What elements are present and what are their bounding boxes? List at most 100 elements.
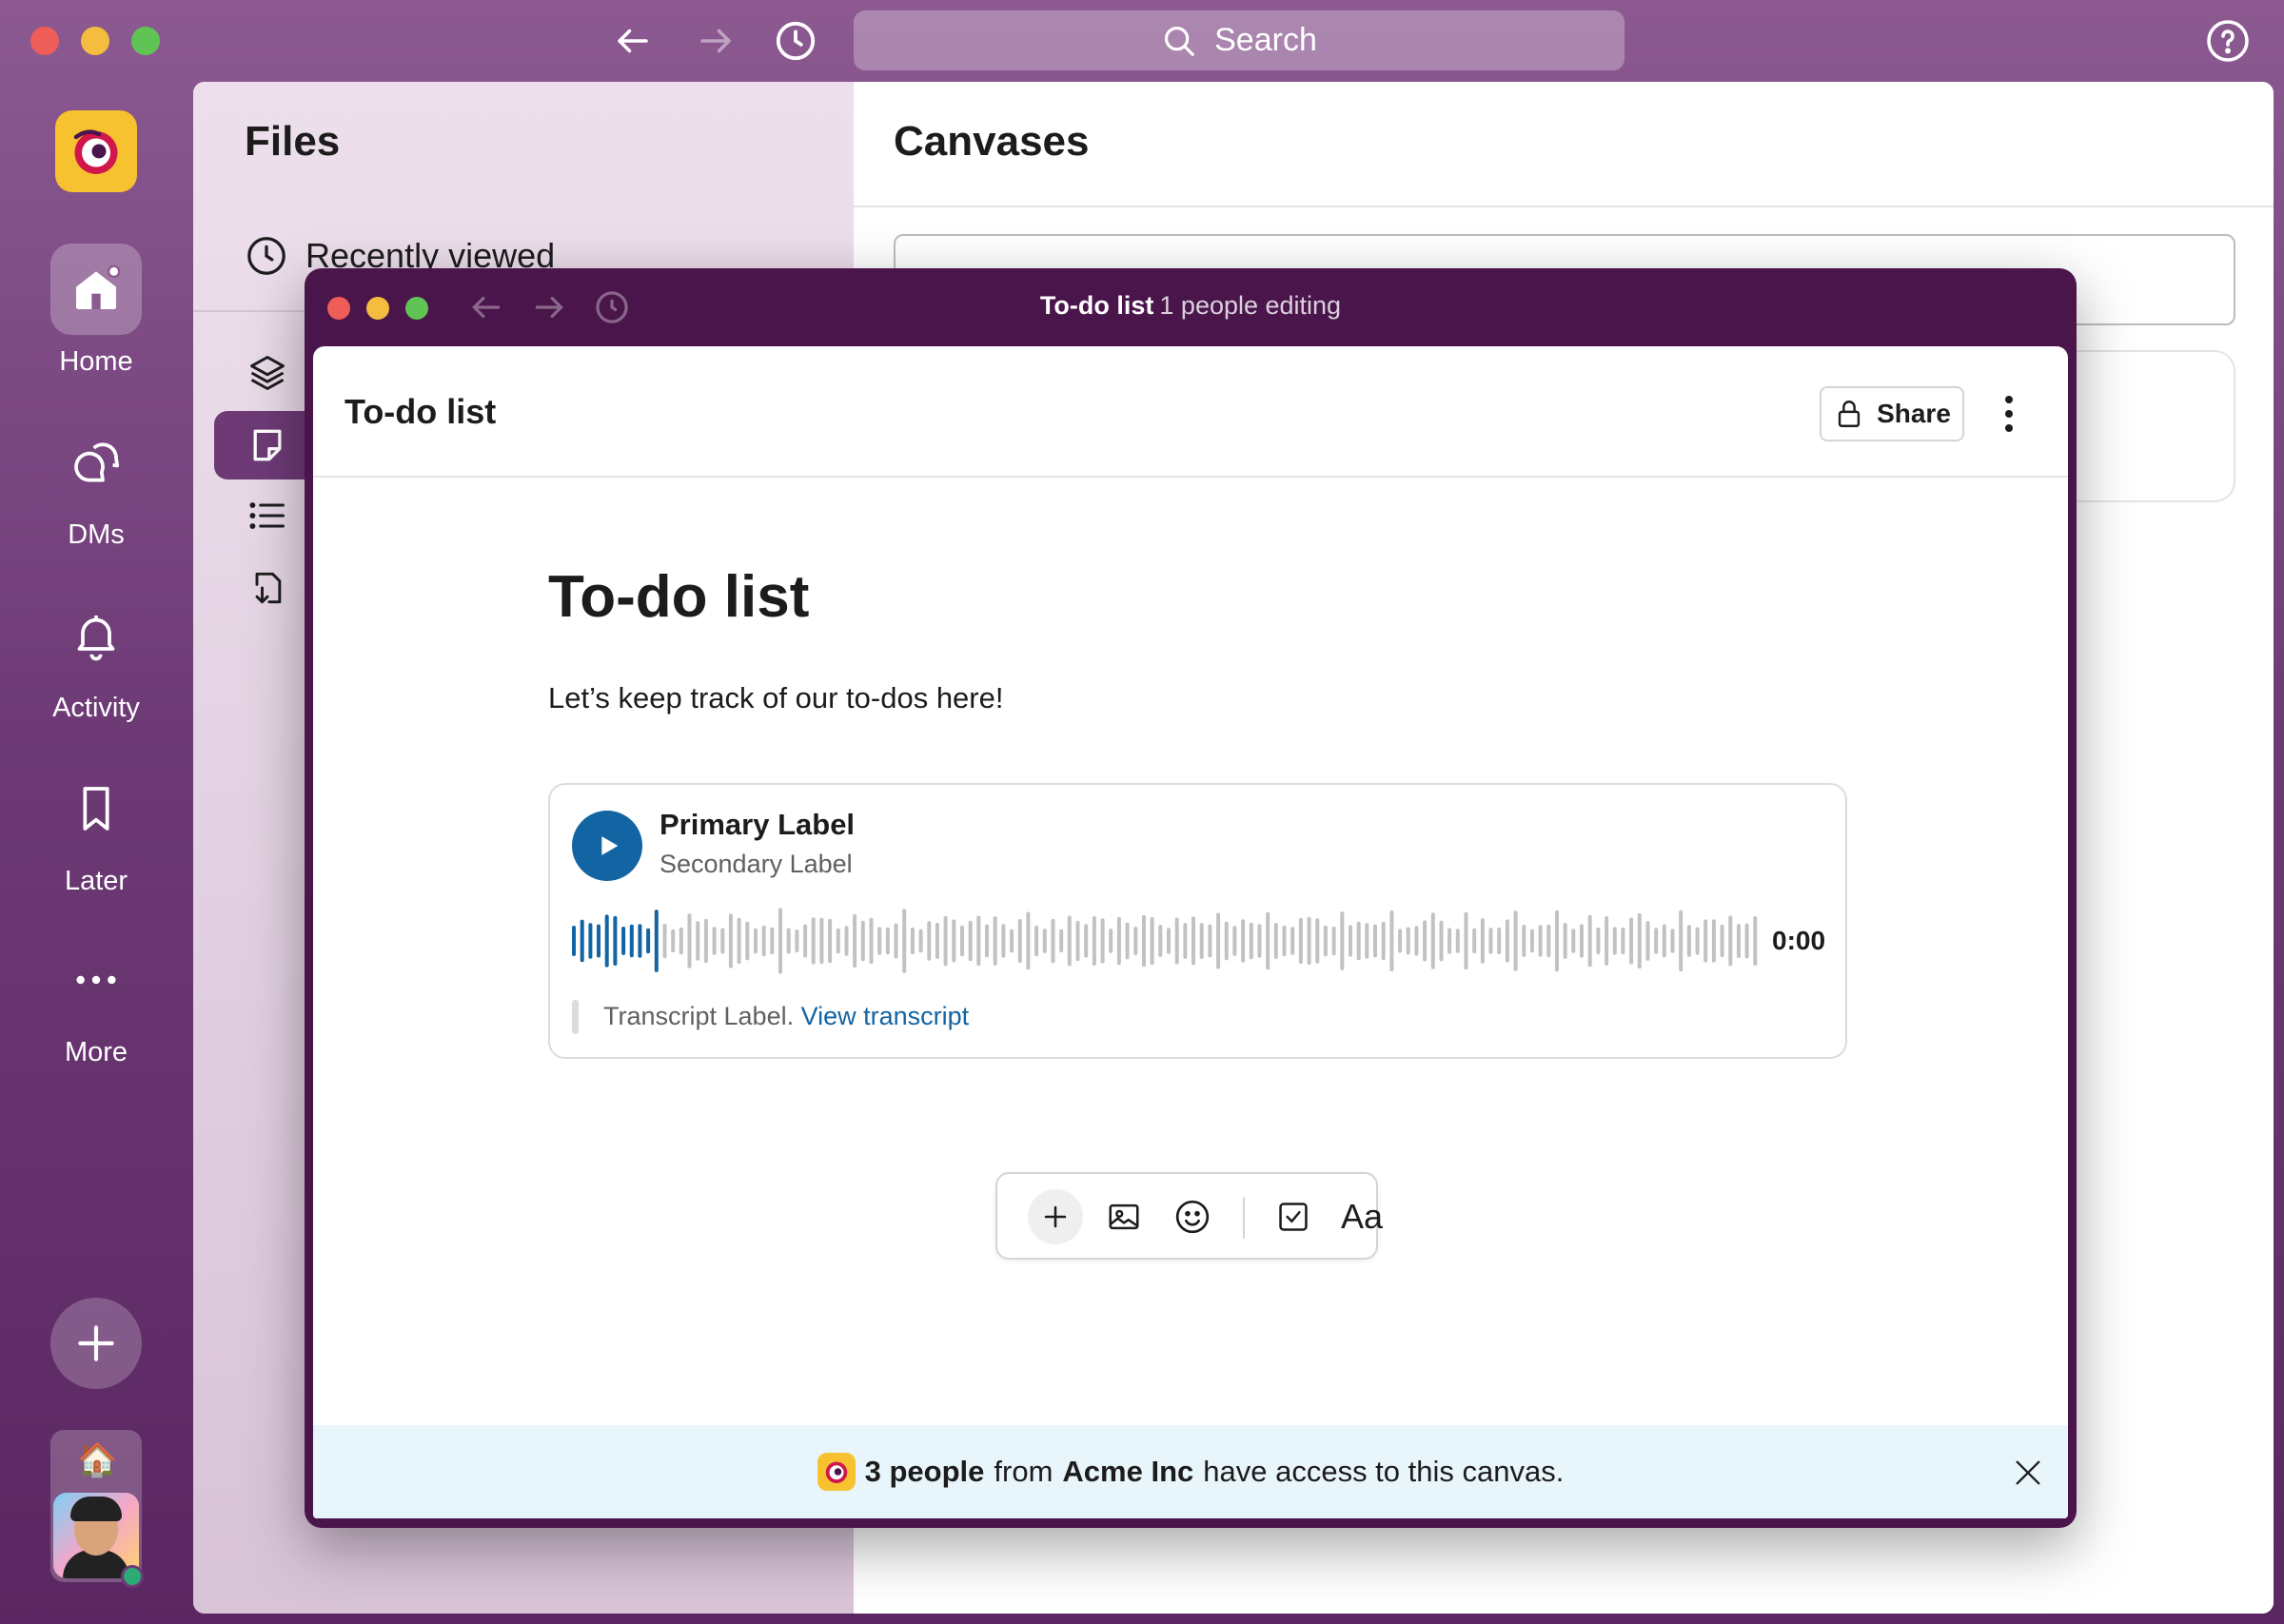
audio-waveform[interactable]	[572, 905, 1762, 977]
help-icon	[2207, 20, 2249, 62]
waveform-bar	[853, 913, 857, 969]
waveform-bar	[1629, 917, 1634, 965]
canvas-toolbar: Aa	[995, 1172, 1383, 1260]
waveform-bar	[1381, 921, 1386, 961]
waveform-bar	[1497, 927, 1502, 955]
waveform-bar	[1679, 910, 1683, 972]
waveform-bar	[927, 921, 932, 961]
insert-checklist-button[interactable]	[1266, 1189, 1321, 1244]
files-nav-lists[interactable]	[245, 493, 290, 538]
waveform-bar	[1398, 929, 1403, 953]
waveform-bar	[993, 916, 997, 966]
rail-more[interactable]: More	[0, 934, 192, 1068]
rail-dms[interactable]: DMs	[0, 417, 192, 551]
waveform-bar	[1365, 923, 1369, 959]
help-button[interactable]	[2204, 17, 2252, 65]
bookmark-icon	[83, 787, 109, 831]
waveform-bar	[1282, 925, 1287, 957]
rail-home[interactable]: Home	[0, 244, 192, 378]
dms-icon-wrap	[50, 417, 142, 508]
view-transcript-link[interactable]: View transcript	[801, 1002, 970, 1030]
waveform-bar	[1480, 918, 1485, 964]
user-profile-button[interactable]: 🏠	[50, 1430, 144, 1588]
close-window-button[interactable]	[30, 27, 59, 55]
waveform-bar	[1232, 926, 1237, 956]
waveform-bar	[1191, 916, 1195, 966]
files-nav-canvases[interactable]	[245, 422, 290, 468]
waveform-bar	[1241, 919, 1246, 963]
banner-close-button[interactable]	[2011, 1456, 2045, 1490]
history-button[interactable]	[772, 17, 819, 65]
document-title[interactable]: To-do list	[548, 563, 809, 631]
waveform-bar	[811, 917, 816, 965]
waveform-bar	[1216, 912, 1221, 969]
waveform-bar	[1505, 919, 1509, 963]
workspace-logo[interactable]	[55, 110, 137, 192]
waveform-bar	[1406, 927, 1410, 955]
waveform-bar	[654, 910, 659, 972]
waveform-bar	[1621, 928, 1625, 955]
insert-image-button[interactable]	[1096, 1189, 1152, 1244]
waveform-bar	[836, 928, 840, 954]
waveform-bar	[952, 919, 956, 963]
insert-emoji-button[interactable]	[1165, 1189, 1220, 1244]
waveform-bar	[1298, 917, 1303, 965]
files-nav-imported[interactable]	[245, 565, 290, 611]
home-icon	[76, 264, 121, 309]
status-emoji: 🏠	[77, 1442, 118, 1478]
waveform-bar	[1571, 929, 1576, 953]
waveform-bar	[597, 924, 601, 958]
minimize-window-button[interactable]	[81, 27, 109, 55]
forward-button[interactable]	[692, 17, 739, 65]
waveform-bar	[1249, 922, 1253, 960]
waveform-bar	[1555, 910, 1559, 972]
waveform-bar	[1455, 929, 1460, 953]
more-options-button[interactable]	[1990, 388, 2028, 440]
kebab-dot	[2005, 424, 2013, 432]
waveform-bar	[1356, 921, 1361, 961]
waveform-bar	[1167, 928, 1171, 954]
banner-org: Acme Inc	[1062, 1455, 1194, 1488]
waveform-bar	[1612, 927, 1617, 955]
text-format-button[interactable]: Aa	[1334, 1189, 1389, 1244]
back-button[interactable]	[609, 17, 657, 65]
waveform-bar	[960, 925, 964, 957]
layers-icon	[250, 356, 285, 390]
zoom-window-button[interactable]	[131, 27, 160, 55]
waveform-bar	[1042, 929, 1047, 953]
search-placeholder: Search	[1214, 22, 1317, 58]
files-nav-all[interactable]	[245, 350, 290, 396]
waveform-bar	[687, 913, 692, 969]
canvas-window-name: To-do list	[1039, 291, 1154, 320]
insert-button[interactable]	[1028, 1189, 1083, 1244]
share-button[interactable]: Share	[1820, 386, 1964, 441]
banner-from: from	[994, 1455, 1053, 1488]
waveform-bar	[712, 927, 717, 955]
document-paragraph[interactable]: Let’s keep track of our to-dos here!	[548, 681, 1003, 715]
waveform-bar	[1546, 924, 1551, 958]
image-icon	[1109, 1203, 1139, 1230]
waveform-bar	[1711, 919, 1716, 963]
add-workspace-button[interactable]	[50, 1298, 142, 1389]
waveform-bar	[770, 927, 775, 955]
play-button[interactable]	[572, 811, 642, 881]
canvas-body: To-do list Share To-do list Let’s keep t…	[313, 346, 2068, 1518]
waveform-bar	[1026, 911, 1031, 970]
waveform-bar	[860, 920, 865, 962]
search-bar[interactable]: Search	[854, 10, 1624, 70]
waveform-bar	[588, 923, 593, 959]
transcript-label: Transcript Label.	[603, 1002, 795, 1030]
waveform-bar	[803, 924, 808, 958]
waveform-bar	[1423, 920, 1428, 962]
presence-indicator	[121, 1565, 144, 1588]
waveform-bar	[1587, 914, 1592, 968]
rail-later[interactable]: Later	[0, 763, 192, 897]
plus-icon	[1044, 1205, 1067, 1228]
rail-activity[interactable]: Activity	[0, 590, 192, 724]
waveform-bar	[1414, 926, 1419, 956]
waveform-bar	[1307, 916, 1311, 966]
waveform-bar	[1100, 918, 1105, 964]
waveform-bar	[918, 929, 923, 953]
waveform-bar	[1208, 924, 1212, 958]
forward-arrow-icon	[700, 29, 731, 53]
